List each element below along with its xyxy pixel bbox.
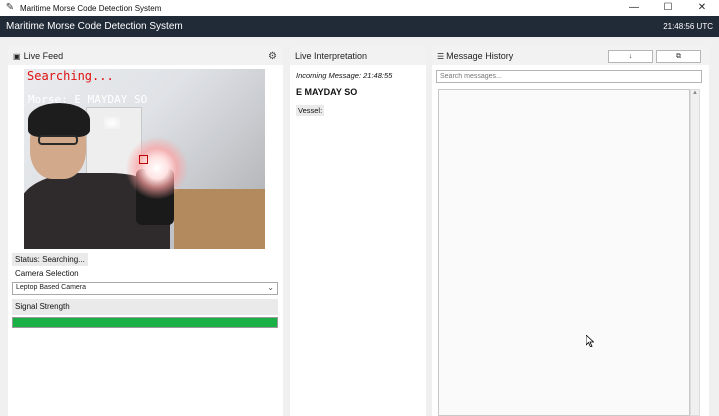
copy-button[interactable]: ⧉ bbox=[656, 50, 701, 63]
person-hair bbox=[28, 103, 90, 137]
vessel-label: Vessel: bbox=[296, 105, 325, 116]
scroll-up-icon[interactable]: ▲ bbox=[691, 90, 699, 96]
minimize-button[interactable]: — bbox=[617, 0, 651, 16]
window-controls: — ☐ ✕ bbox=[617, 0, 719, 16]
interpretation-header: Live Interpretation bbox=[290, 47, 426, 65]
history-header: ☰ Message History ↓ ⧉ bbox=[432, 47, 709, 65]
message-history-list bbox=[438, 89, 690, 416]
status-label: Status: Searching... bbox=[12, 253, 88, 266]
gear-icon[interactable]: ⚙ bbox=[268, 51, 277, 62]
utc-clock: 21:48:56 UTC bbox=[663, 22, 713, 31]
menu-icon: ☰ bbox=[437, 51, 445, 61]
camera-selection-label: Camera Selection bbox=[15, 269, 79, 278]
camera-select[interactable]: Leptop Based Camera ⌄ bbox=[12, 282, 278, 295]
camera-icon: ▣ bbox=[13, 51, 21, 61]
mouse-cursor-icon bbox=[586, 335, 594, 347]
app-header: Maritime Morse Code Detection System 21:… bbox=[0, 16, 719, 37]
overlay-status-text: Searching... bbox=[27, 69, 114, 83]
chevron-down-icon: ⌄ bbox=[267, 283, 274, 292]
background-cabinet bbox=[174, 189, 265, 249]
detection-marker bbox=[139, 155, 148, 164]
incoming-message-line: Incoming Message: 21:48:55 bbox=[296, 71, 393, 80]
signal-strength-label: Signal Strength bbox=[12, 299, 278, 315]
message-history-panel: ☰ Message History ↓ ⧉ ▲ bbox=[432, 47, 709, 416]
signal-strength-bar bbox=[12, 317, 278, 328]
interpretation-panel: Live Interpretation Incoming Message: 21… bbox=[290, 47, 426, 416]
signal-strength-fill bbox=[13, 318, 277, 327]
search-messages-input[interactable] bbox=[436, 70, 702, 83]
window-title: Maritime Morse Code Detection System bbox=[20, 3, 162, 13]
interpretation-title: Live Interpretation bbox=[295, 51, 368, 61]
ceiling-light bbox=[104, 117, 120, 129]
history-scrollbar[interactable]: ▲ bbox=[690, 89, 700, 416]
close-button[interactable]: ✕ bbox=[685, 0, 719, 16]
flashlight-glow bbox=[126, 137, 188, 199]
download-button[interactable]: ↓ bbox=[608, 50, 653, 63]
live-feed-header: ▣ Live Feed ⚙ bbox=[8, 47, 283, 65]
decoded-message: E MAYDAY SO bbox=[296, 87, 358, 97]
history-title: Message History bbox=[446, 51, 514, 61]
app-title: Maritime Morse Code Detection System bbox=[6, 21, 183, 32]
live-feed-title: Live Feed bbox=[23, 51, 64, 61]
maximize-button[interactable]: ☐ bbox=[651, 0, 685, 16]
person-glasses bbox=[38, 135, 78, 145]
overlay-morse-text: Morse: E MAYDAY SO bbox=[28, 93, 148, 106]
camera-select-value: Leptop Based Camera bbox=[16, 284, 87, 291]
live-feed-panel: ▣ Live Feed ⚙ Searching... Morse: E MAYD… bbox=[8, 47, 283, 416]
camera-video-feed: Searching... Morse: E MAYDAY SO bbox=[24, 69, 265, 249]
window-titlebar: ✎ Maritime Morse Code Detection System —… bbox=[0, 0, 719, 16]
feather-icon: ✎ bbox=[5, 2, 15, 13]
